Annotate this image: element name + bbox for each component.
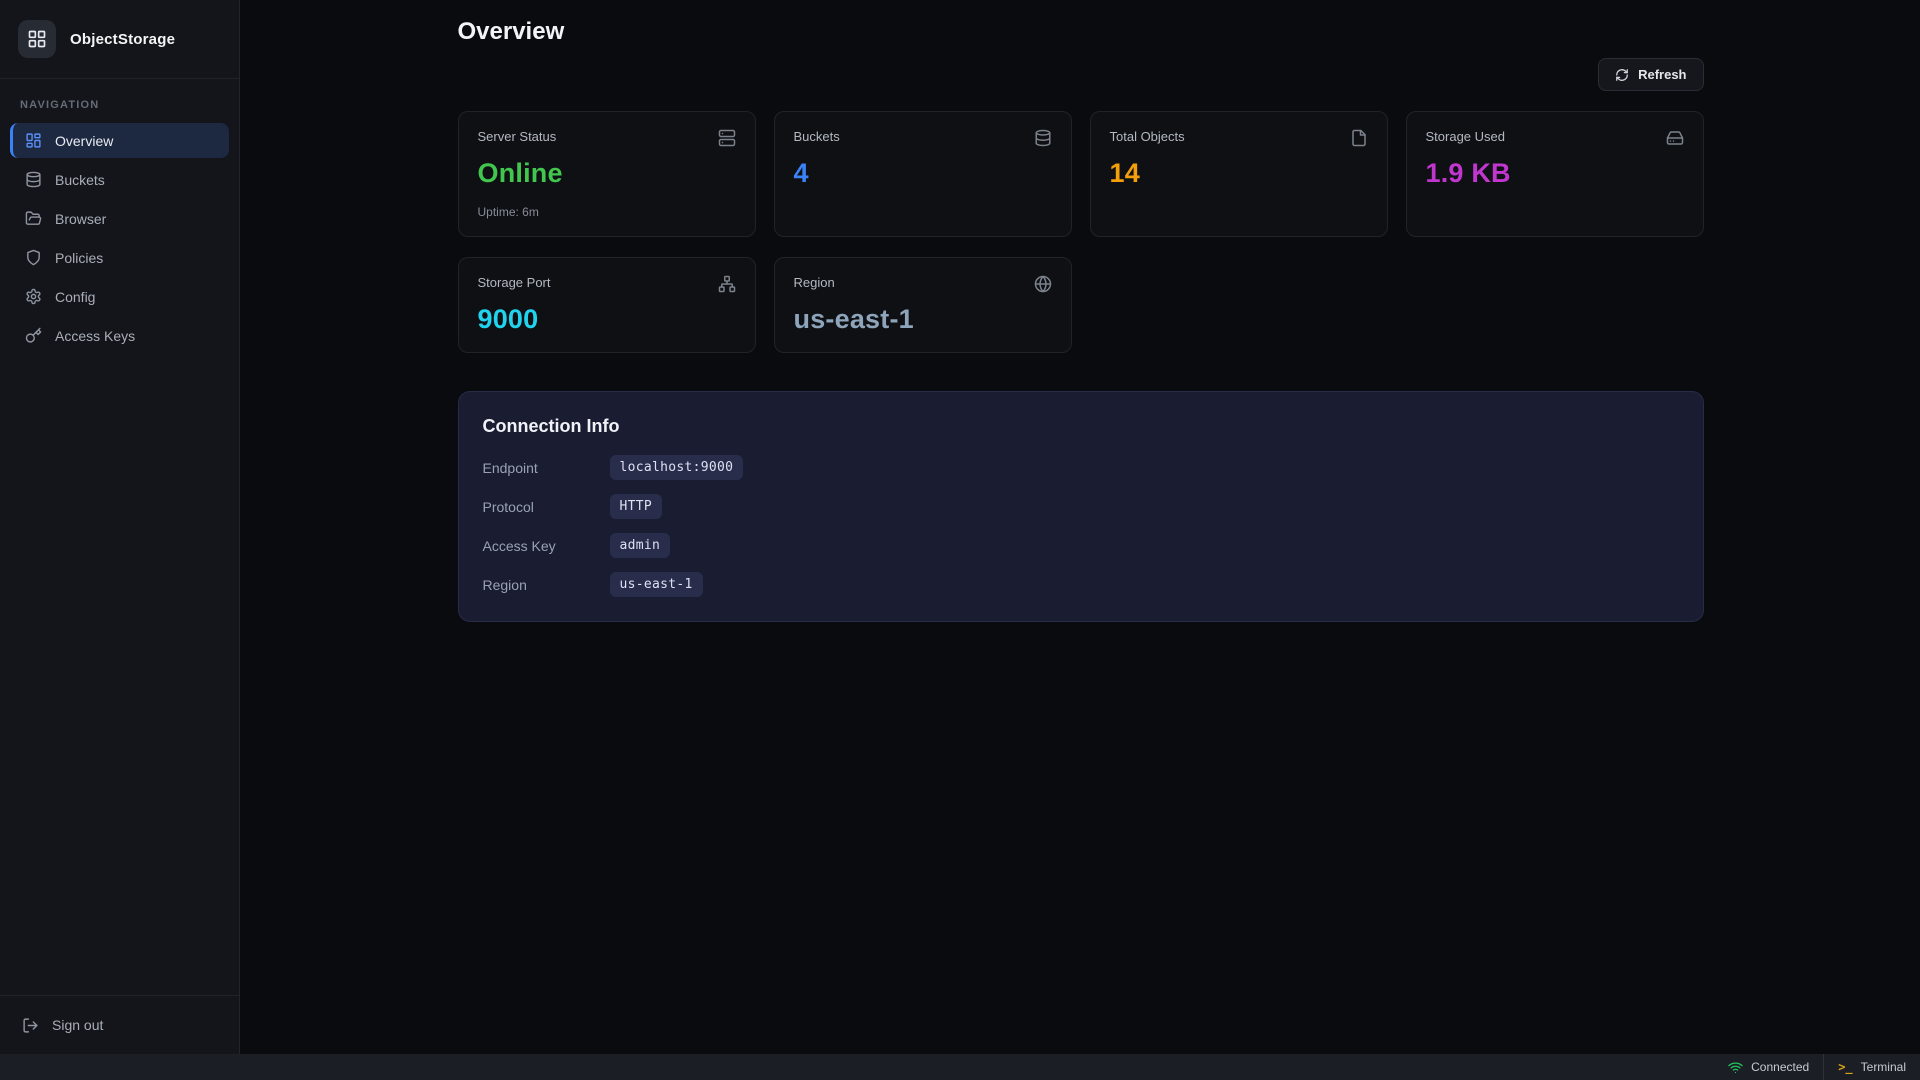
stat-cards: Server Status Online Uptime: 6m Buckets … <box>458 111 1704 353</box>
card-server-status: Server Status Online Uptime: 6m <box>458 111 756 237</box>
connection-row-region: Region us-east-1 <box>483 572 1679 597</box>
card-subtext: Uptime: 6m <box>478 205 736 219</box>
card-storage-port: Storage Port 9000 <box>458 257 756 353</box>
database-icon <box>25 171 42 188</box>
toolbar: Refresh <box>458 58 1704 91</box>
card-label: Total Objects <box>1110 129 1185 144</box>
sidebar-item-label: Access Keys <box>55 328 135 344</box>
sidebar-item-buckets[interactable]: Buckets <box>10 162 229 197</box>
card-value: 4 <box>794 158 1052 189</box>
sidebar-item-access-keys[interactable]: Access Keys <box>10 318 229 353</box>
sidebar-item-label: Config <box>55 289 95 305</box>
terminal-icon: >_ <box>1838 1060 1852 1074</box>
connection-row-label: Protocol <box>483 499 610 515</box>
card-label: Server Status <box>478 129 557 144</box>
globe-icon <box>1034 275 1052 293</box>
connection-status-label: Connected <box>1751 1060 1809 1074</box>
connection-info-title: Connection Info <box>483 416 1679 437</box>
signout-section: Sign out <box>0 995 239 1054</box>
sidebar: ObjectStorage NAVIGATION Overview Bucket… <box>0 0 240 1054</box>
card-total-objects: Total Objects 14 <box>1090 111 1388 237</box>
sidebar-item-config[interactable]: Config <box>10 279 229 314</box>
sign-out-label: Sign out <box>52 1017 103 1033</box>
folder-open-icon <box>25 210 42 227</box>
layout-dashboard-icon <box>25 132 42 149</box>
app-logo <box>18 20 56 58</box>
wifi-icon <box>1728 1060 1743 1075</box>
card-label: Storage Used <box>1426 129 1506 144</box>
card-value: 1.9 KB <box>1426 158 1684 189</box>
status-bar: Connected >_ Terminal <box>0 1054 1920 1080</box>
network-icon <box>718 275 736 293</box>
connection-row-access-key: Access Key admin <box>483 533 1679 558</box>
sidebar-item-label: Policies <box>55 250 103 266</box>
connection-row-value: admin <box>610 533 671 558</box>
shield-icon <box>25 249 42 266</box>
sign-out-button[interactable]: Sign out <box>10 1008 229 1042</box>
sidebar-nav: NAVIGATION Overview Buckets Browser Poli… <box>0 79 239 995</box>
app-title: ObjectStorage <box>70 31 175 48</box>
nav-section-label: NAVIGATION <box>10 99 229 111</box>
connection-row-value: HTTP <box>610 494 663 519</box>
refresh-button[interactable]: Refresh <box>1598 58 1703 91</box>
card-label: Buckets <box>794 129 840 144</box>
sidebar-item-label: Buckets <box>55 172 105 188</box>
log-out-icon <box>22 1017 39 1034</box>
connection-row-endpoint: Endpoint localhost:9000 <box>483 455 1679 480</box>
card-value: Online <box>478 158 736 189</box>
card-value: us-east-1 <box>794 304 1052 335</box>
main-content: Overview Refresh Server Status Online Up… <box>241 0 1920 1054</box>
card-buckets: Buckets 4 <box>774 111 1072 237</box>
sidebar-item-overview[interactable]: Overview <box>10 123 229 158</box>
hard-drive-icon <box>1666 129 1684 147</box>
connection-row-value: us-east-1 <box>610 572 703 597</box>
card-region: Region us-east-1 <box>774 257 1072 353</box>
server-icon <box>718 129 736 147</box>
terminal-toggle[interactable]: >_ Terminal <box>1824 1054 1920 1080</box>
card-value: 14 <box>1110 158 1368 189</box>
sidebar-item-browser[interactable]: Browser <box>10 201 229 236</box>
connection-row-protocol: Protocol HTTP <box>483 494 1679 519</box>
connection-row-label: Region <box>483 577 610 593</box>
key-icon <box>25 327 42 344</box>
connection-row-label: Access Key <box>483 538 610 554</box>
refresh-icon <box>1615 68 1629 82</box>
connection-row-label: Endpoint <box>483 460 610 476</box>
page-title: Overview <box>458 18 1704 46</box>
card-label: Region <box>794 275 835 290</box>
sidebar-item-label: Overview <box>55 133 113 149</box>
layout-grid-icon <box>27 29 47 49</box>
sidebar-item-label: Browser <box>55 211 106 227</box>
database-icon <box>1034 129 1052 147</box>
refresh-label: Refresh <box>1638 67 1686 82</box>
terminal-label: Terminal <box>1861 1060 1906 1074</box>
connection-status: Connected <box>1714 1054 1823 1080</box>
card-value: 9000 <box>478 304 736 335</box>
connection-info-panel: Connection Info Endpoint localhost:9000 … <box>458 391 1704 622</box>
connection-row-value: localhost:9000 <box>610 455 744 480</box>
gear-icon <box>25 288 42 305</box>
app-logo-row: ObjectStorage <box>0 0 239 79</box>
card-label: Storage Port <box>478 275 551 290</box>
file-icon <box>1350 129 1368 147</box>
card-storage-used: Storage Used 1.9 KB <box>1406 111 1704 237</box>
sidebar-item-policies[interactable]: Policies <box>10 240 229 275</box>
